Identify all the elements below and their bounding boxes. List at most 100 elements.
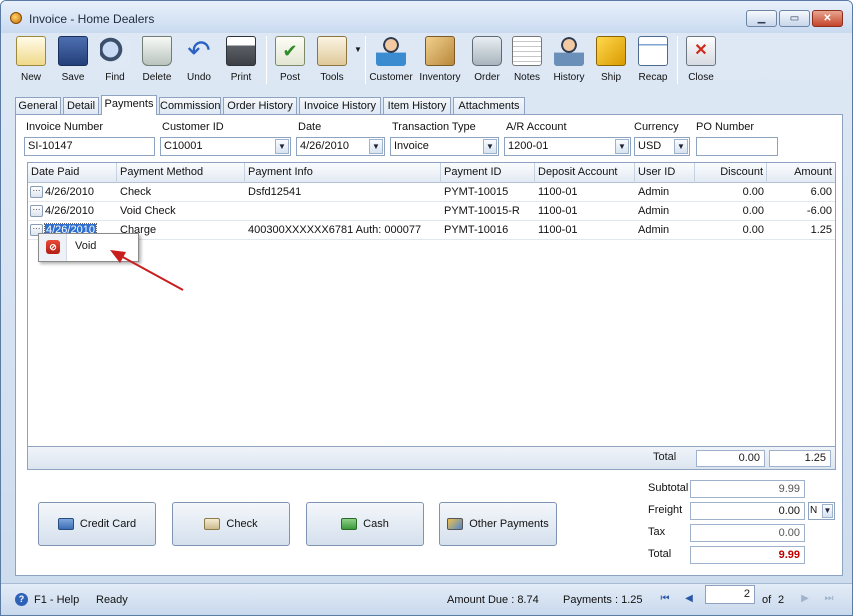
- tab-attachments[interactable]: Attachments: [453, 97, 525, 115]
- print-icon: [226, 36, 256, 66]
- customer-id-field[interactable]: C10001 ▼: [160, 137, 291, 156]
- maximize-button[interactable]: ▭: [779, 10, 810, 27]
- delete-label: Delete: [142, 72, 172, 83]
- delete-button[interactable]: Delete: [137, 33, 177, 89]
- find-button[interactable]: Find: [95, 33, 135, 89]
- column-date-paid[interactable]: Date Paid: [28, 163, 117, 183]
- page-number-input[interactable]: 2: [705, 585, 755, 604]
- column-payment-id[interactable]: Payment ID: [441, 163, 535, 183]
- last-page-icon[interactable]: ⏭: [822, 592, 836, 606]
- column-payment-info[interactable]: Payment Info: [245, 163, 441, 183]
- menu-item-void[interactable]: Void: [75, 240, 96, 252]
- ship-button[interactable]: Ship: [591, 33, 631, 89]
- chevron-down-icon[interactable]: ▼: [275, 139, 289, 154]
- next-page-icon[interactable]: ▶: [798, 592, 812, 606]
- check-button[interactable]: Check: [172, 502, 290, 546]
- subtotal-field: 9.99: [690, 480, 805, 498]
- tools-dropdown-icon[interactable]: ▼: [354, 45, 362, 54]
- history-label: History: [553, 72, 585, 83]
- po-number-field[interactable]: [696, 137, 778, 156]
- help-icon[interactable]: ?: [15, 593, 28, 606]
- undo-button[interactable]: ↶ Undo: [179, 33, 219, 89]
- recap-label: Recap: [638, 72, 668, 83]
- previous-page-icon[interactable]: ◀: [682, 592, 696, 606]
- tools-icon: [317, 36, 347, 66]
- order-button[interactable]: Order: [467, 33, 507, 89]
- credit-card-button[interactable]: Credit Card: [38, 502, 156, 546]
- freight-field[interactable]: 0.00: [690, 502, 805, 520]
- inventory-label: Inventory: [419, 72, 461, 83]
- history-button[interactable]: History: [549, 33, 589, 89]
- close-label: Close: [688, 72, 714, 83]
- grid-header: Date Paid Payment Method Payment Info Pa…: [28, 163, 835, 183]
- cell-payment-info: 400300XXXXXX6781 Auth: 000077: [248, 224, 422, 236]
- table-row[interactable]: ··· 4/26/2010 Charge 400300XXXXXX6781 Au…: [28, 221, 835, 240]
- amount-due-text: Amount Due : 8.74: [447, 594, 539, 606]
- column-discount[interactable]: Discount: [695, 163, 767, 183]
- cell-deposit-account: 1100-01: [538, 205, 578, 217]
- recap-button[interactable]: Recap: [633, 33, 673, 89]
- total-amount-value: 1.25: [769, 450, 831, 467]
- tools-button[interactable]: ▼ Tools: [312, 33, 362, 89]
- other-payments-button[interactable]: Other Payments: [439, 502, 557, 546]
- help-text[interactable]: F1 - Help: [34, 594, 79, 606]
- currency-value: USD: [638, 140, 662, 152]
- date-field[interactable]: 4/26/2010 ▼: [296, 137, 385, 156]
- freight-option-select[interactable]: N ▼: [808, 502, 835, 520]
- customer-button[interactable]: Customer: [369, 33, 413, 89]
- app-icon: [10, 12, 22, 24]
- chevron-down-icon[interactable]: ▼: [615, 139, 629, 154]
- po-number-label: PO Number: [696, 121, 755, 133]
- column-amount[interactable]: Amount: [767, 163, 835, 183]
- new-button[interactable]: New: [11, 33, 51, 89]
- column-user-id[interactable]: User ID: [635, 163, 695, 183]
- chevron-down-icon[interactable]: ▼: [822, 504, 833, 518]
- find-label: Find: [105, 72, 125, 83]
- table-row[interactable]: ··· 4/26/2010 Void Check PYMT-10015-R 11…: [28, 202, 835, 221]
- chevron-down-icon[interactable]: ▼: [674, 139, 688, 154]
- cell-payment-method: Check: [120, 186, 152, 198]
- chevron-down-icon[interactable]: ▼: [483, 139, 497, 154]
- ar-account-field[interactable]: 1200-01 ▼: [504, 137, 631, 156]
- void-icon: ⊘: [46, 240, 60, 254]
- ship-icon: [596, 36, 626, 66]
- cell-user-id: Admin: [638, 224, 670, 236]
- delete-icon: [142, 36, 172, 66]
- post-button[interactable]: ✔ Post: [270, 33, 310, 89]
- tab-payments[interactable]: Payments: [101, 95, 157, 115]
- customer-id-value: C10001: [164, 140, 203, 152]
- tab-detail[interactable]: Detail: [63, 97, 99, 115]
- save-button[interactable]: Save: [53, 33, 93, 89]
- table-row[interactable]: ··· 4/26/2010 Check Dsfd12541 PYMT-10015…: [28, 183, 835, 202]
- title-bar[interactable]: Invoice - Home Dealers ▁ ▭ ✕: [1, 1, 852, 33]
- invoice-window: Invoice - Home Dealers ▁ ▭ ✕ New Save Fi…: [0, 0, 853, 616]
- context-menu-gutter: ⊘: [39, 234, 67, 261]
- tab-commission[interactable]: Commission: [159, 97, 221, 115]
- tab-order-history[interactable]: Order History: [223, 97, 297, 115]
- tab-general[interactable]: General: [15, 97, 61, 115]
- cash-button[interactable]: Cash: [306, 502, 424, 546]
- inventory-button[interactable]: Inventory: [417, 33, 463, 89]
- tab-item-history[interactable]: Item History: [383, 97, 451, 115]
- transaction-type-value: Invoice: [394, 140, 429, 152]
- customer-label: Customer: [369, 72, 413, 83]
- ship-label: Ship: [600, 72, 621, 83]
- first-page-icon[interactable]: ⏮: [658, 592, 672, 606]
- freight-label: Freight: [648, 504, 683, 516]
- tab-invoice-history[interactable]: Invoice History: [299, 97, 381, 115]
- notes-label: Notes: [513, 72, 541, 83]
- print-button[interactable]: Print: [221, 33, 261, 89]
- total-label: Total: [648, 548, 672, 560]
- check-label: Check: [226, 518, 258, 530]
- minimize-button[interactable]: ▁: [746, 10, 777, 27]
- transaction-type-field[interactable]: Invoice ▼: [390, 137, 499, 156]
- credit-card-icon: [57, 518, 74, 531]
- chevron-down-icon[interactable]: ▼: [369, 139, 383, 154]
- invoice-number-field[interactable]: SI-10147: [24, 137, 155, 156]
- column-payment-method[interactable]: Payment Method: [117, 163, 245, 183]
- close-window-button[interactable]: ✕: [812, 10, 843, 27]
- close-button[interactable]: ✕ Close: [681, 33, 721, 89]
- notes-button[interactable]: Notes: [507, 33, 547, 89]
- column-deposit-account[interactable]: Deposit Account: [535, 163, 635, 183]
- currency-field[interactable]: USD ▼: [634, 137, 690, 156]
